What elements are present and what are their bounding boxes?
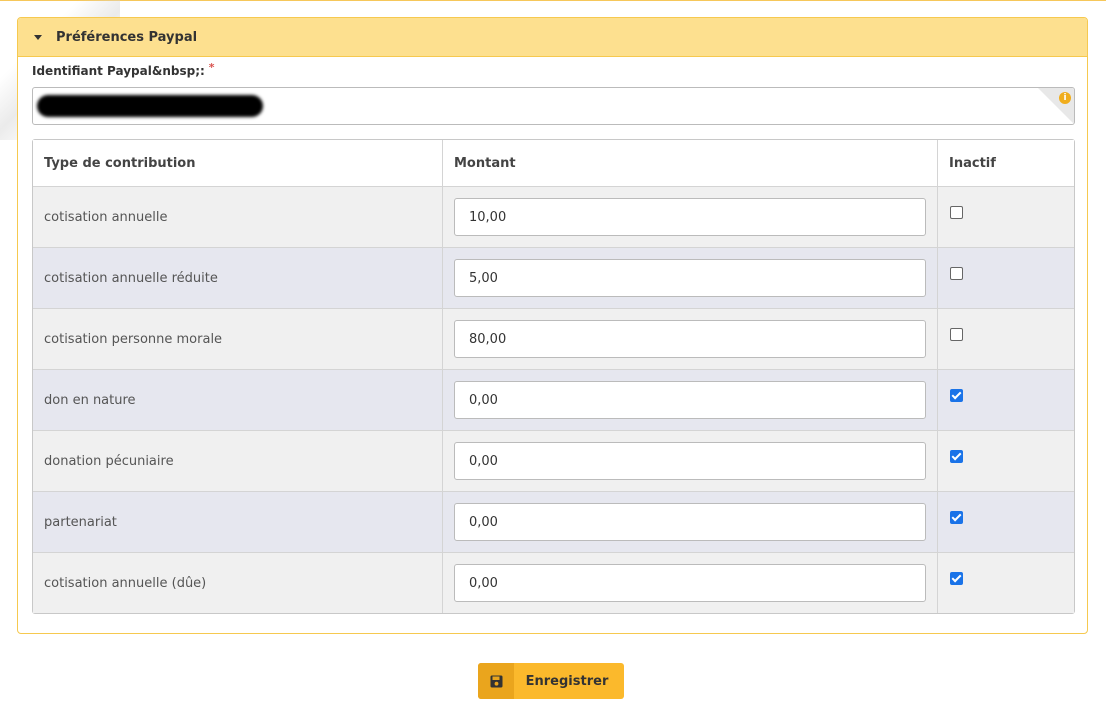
table-row: don en nature (33, 370, 1074, 431)
amount-cell (443, 553, 938, 613)
inactive-checkbox[interactable] (950, 266, 963, 280)
contribution-type-cell: cotisation annuelle (33, 187, 443, 248)
column-header-inactive: Inactif (938, 140, 1074, 187)
amount-cell (443, 492, 938, 553)
inactive-checkbox[interactable] (950, 571, 963, 585)
inactive-checkbox[interactable] (950, 449, 963, 463)
contribution-type-cell: cotisation annuelle réduite (33, 248, 443, 309)
paypal-id-label-text: Identifiant Paypal&nbsp;: (32, 64, 205, 78)
paypal-id-field-wrap: i (32, 87, 1075, 125)
inactive-cell (938, 248, 1074, 309)
required-mark: * (208, 61, 215, 74)
caret-down-icon (34, 35, 42, 40)
contribution-type-cell: partenariat (33, 492, 443, 553)
inactive-checkbox[interactable] (950, 510, 963, 524)
amount-input[interactable] (454, 320, 926, 358)
amount-cell (443, 309, 938, 370)
inactive-cell (938, 553, 1074, 613)
floppy-disk-icon (478, 663, 514, 699)
panel-title: Préférences Paypal (56, 29, 198, 45)
contribution-type-cell: don en nature (33, 370, 443, 431)
inactive-checkbox[interactable] (950, 388, 963, 402)
amount-cell (443, 370, 938, 431)
inactive-cell (938, 370, 1074, 431)
contribution-type-cell: donation pécuniaire (33, 431, 443, 492)
table-row: cotisation annuelle réduite (33, 248, 1074, 309)
info-icon[interactable]: i (1059, 92, 1071, 104)
inactive-cell (938, 431, 1074, 492)
inactive-checkbox[interactable] (950, 205, 963, 219)
save-button[interactable]: Enregistrer (478, 663, 624, 699)
amount-input[interactable] (454, 259, 926, 297)
column-header-type: Type de contribution (33, 140, 443, 187)
amount-input[interactable] (454, 381, 926, 419)
top-accent-line (0, 0, 1106, 1)
inactive-cell (938, 309, 1074, 370)
table-header-row: Type de contribution Montant Inactif (33, 140, 1074, 187)
table-row: cotisation personne morale (33, 309, 1074, 370)
amount-cell (443, 187, 938, 248)
amount-cell (443, 248, 938, 309)
contribution-type-cell: cotisation personne morale (33, 309, 443, 370)
table-row: cotisation annuelle (33, 187, 1074, 248)
inactive-checkbox[interactable] (950, 327, 963, 341)
paypal-preferences-panel: Préférences Paypal Identifiant Paypal&nb… (17, 17, 1088, 634)
table-row: donation pécuniaire (33, 431, 1074, 492)
inactive-cell (938, 492, 1074, 553)
amount-input[interactable] (454, 442, 926, 480)
contribution-type-cell: cotisation annuelle (dûe) (33, 553, 443, 613)
inactive-cell (938, 187, 1074, 248)
save-button-label: Enregistrer (525, 673, 609, 689)
amount-cell (443, 431, 938, 492)
amount-input[interactable] (454, 564, 926, 602)
amount-input[interactable] (454, 198, 926, 236)
table-row: cotisation annuelle (dûe) (33, 553, 1074, 613)
paypal-id-label: Identifiant Paypal&nbsp;: * (32, 61, 215, 78)
floppy-disk-glyph (490, 675, 502, 687)
column-header-amount: Montant (443, 140, 938, 187)
contribution-table: Type de contribution Montant Inactif cot… (32, 139, 1075, 614)
redacted-value (37, 95, 263, 117)
amount-input[interactable] (454, 503, 926, 541)
panel-header-toggle[interactable]: Préférences Paypal (18, 18, 1087, 57)
table-row: partenariat (33, 492, 1074, 553)
